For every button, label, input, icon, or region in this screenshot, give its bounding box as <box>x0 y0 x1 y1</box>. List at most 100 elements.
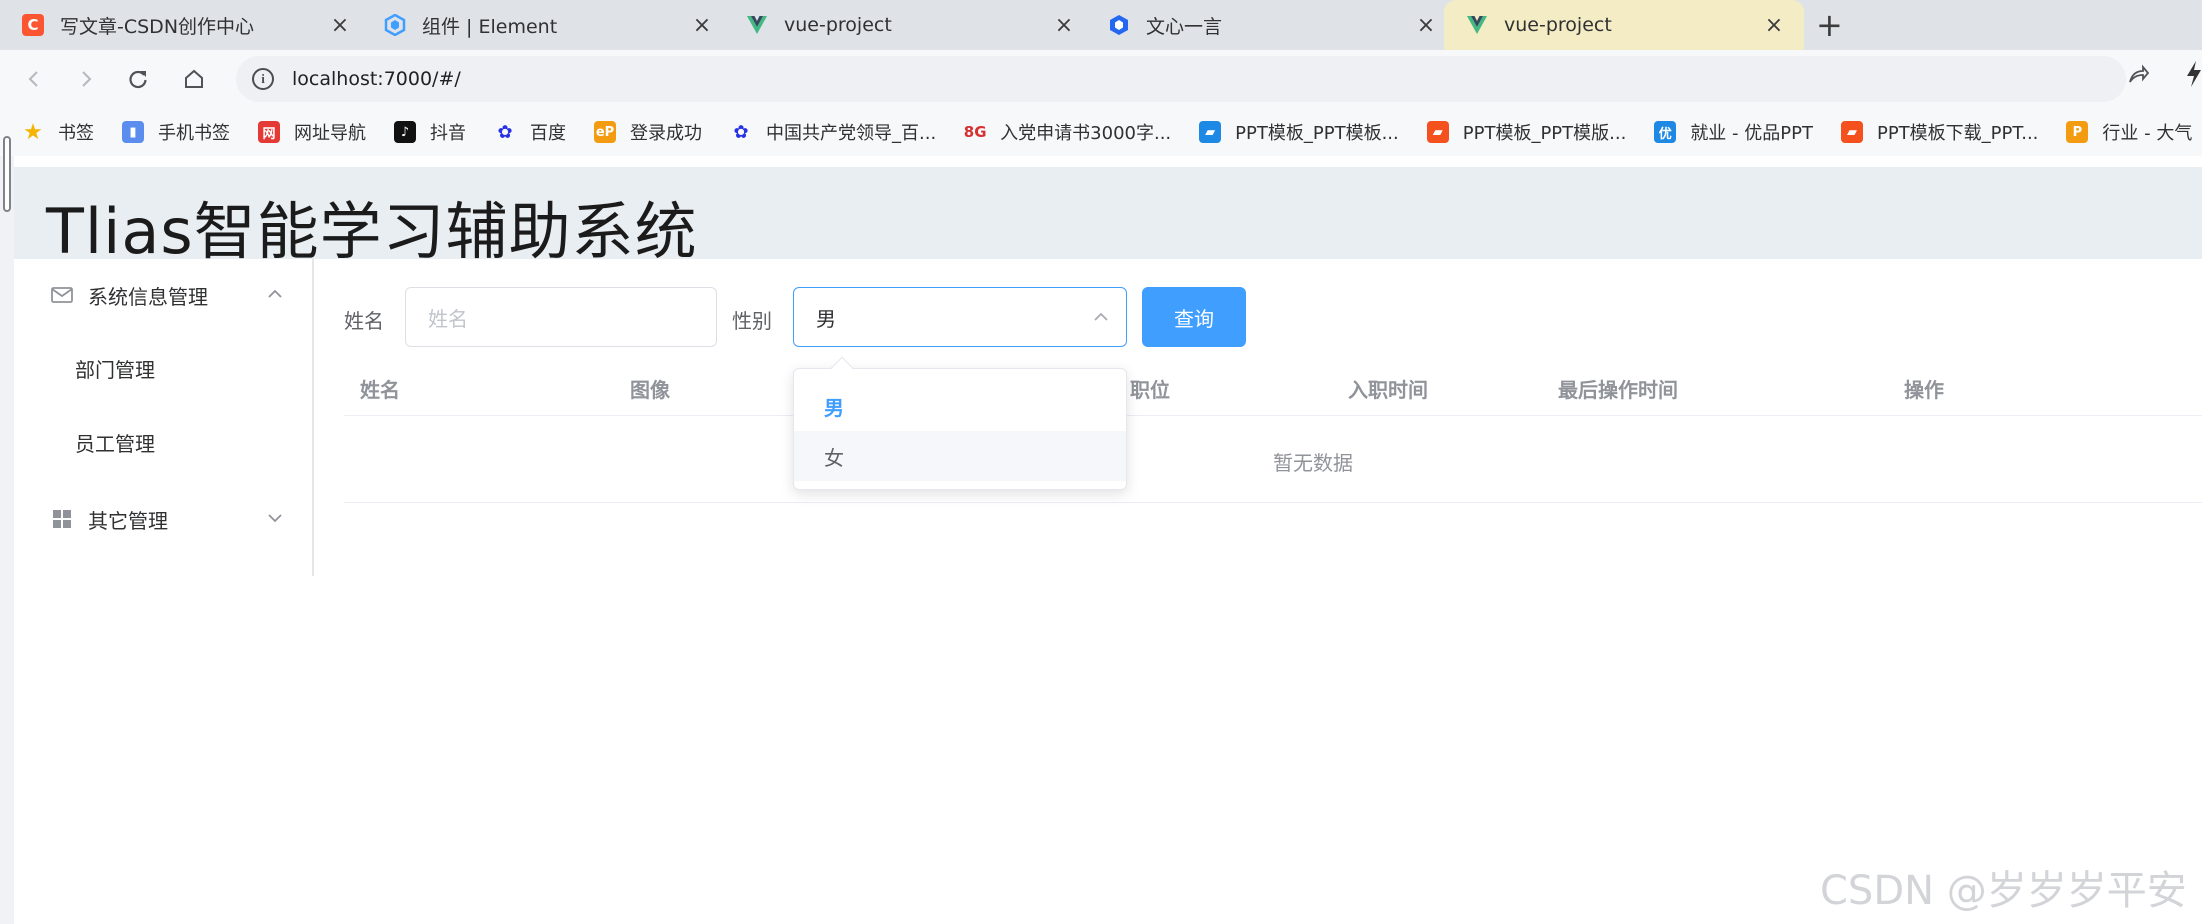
baidu-icon: ✿ <box>497 121 513 143</box>
reload-button[interactable] <box>120 61 156 97</box>
menu-group-label: 其它管理 <box>88 508 168 533</box>
page-left-edge <box>0 156 14 924</box>
bookmark-item[interactable]: 优就业 - 优品PPT <box>1654 119 1813 145</box>
gender-select-value: 男 <box>816 306 836 331</box>
browser-tab-active[interactable]: vue-project × <box>1444 0 1804 50</box>
menu-item-label: 部门管理 <box>75 357 155 382</box>
arrow-right-icon <box>82 71 92 87</box>
mail-icon <box>51 287 73 303</box>
bookmark-item[interactable]: ✿ 百度 <box>494 119 566 145</box>
bookmark-label: PPT模板下载_PPT... <box>1876 123 2039 144</box>
gender-dropdown: 男 女 <box>793 356 1127 490</box>
main-content: 姓名 姓名 性别 男 查询 姓名 图像 职位 入职时间 最后操作时间 操作 暂无… <box>316 259 2202 924</box>
bookmark-item[interactable]: 网网址导航 <box>258 119 366 145</box>
address-bar[interactable]: i localhost:7000/#/ <box>236 56 2126 102</box>
menu-group-system-info[interactable]: 系统信息管理 <box>14 259 312 331</box>
lightning-icon[interactable] <box>2184 60 2202 95</box>
bookmark-label: 入党申请书3000字... <box>1000 123 1172 144</box>
query-button[interactable]: 查询 <box>1142 287 1246 347</box>
share-icon[interactable] <box>2126 62 2150 92</box>
name-placeholder: 姓名 <box>428 306 468 331</box>
tab-title: 组件 | Element <box>422 15 558 38</box>
close-icon[interactable]: × <box>1052 13 1076 38</box>
sidebar: 系统信息管理 部门管理 员工管理 其它管理 <box>14 259 314 576</box>
column-header: 图像 <box>630 378 670 402</box>
forward-button[interactable] <box>68 61 104 97</box>
bookmark-item[interactable]: eP 登录成功 <box>594 119 702 145</box>
phone-icon: ▮ <box>122 121 144 143</box>
gender-label: 性别 <box>732 309 772 333</box>
bookmark-label: 抖音 <box>430 123 466 144</box>
gender-option-female[interactable]: 女 <box>794 431 1126 481</box>
watermark: CSDN @岁岁岁平安 <box>1820 868 2187 914</box>
new-tab-button[interactable]: + <box>1816 6 1843 44</box>
column-header: 入职时间 <box>1348 378 1428 402</box>
chevron-down-icon <box>268 514 282 523</box>
bookmark-label: PPT模板_PPT模板... <box>1235 123 1399 144</box>
browser-tab[interactable]: 文心一言 × <box>1086 0 1456 50</box>
home-icon <box>185 69 203 88</box>
douyin-icon: ♪ <box>394 121 416 143</box>
app-title: Tlias智能学习辅助系统 <box>46 195 698 268</box>
ep-icon: eP <box>594 121 616 143</box>
info-icon[interactable]: i <box>252 68 274 90</box>
bookmark-item[interactable]: ✿ 中国共产党领导_百... <box>730 119 936 145</box>
bookmark-label: 就业 - 优品PPT <box>1690 123 1813 144</box>
baidu-icon: ✿ <box>733 121 749 143</box>
chevron-up-icon <box>1094 312 1108 321</box>
reload-icon <box>129 70 147 89</box>
csdn-icon: C <box>22 14 44 36</box>
arrow-left-icon <box>28 71 38 87</box>
home-button[interactable] <box>176 61 212 97</box>
browser-tab[interactable]: 组件 | Element × <box>362 0 732 50</box>
gender-select[interactable]: 男 <box>793 287 1127 347</box>
column-header: 操作 <box>1904 378 1944 402</box>
wenxin-icon <box>1108 14 1130 36</box>
bookmark-item[interactable]: 8G 入党申请书3000字... <box>964 119 1171 145</box>
table-body-empty: 暂无数据 <box>344 417 2202 503</box>
tab-title: 写文章-CSDN创作中心 <box>60 15 255 38</box>
youpin-icon: 优 <box>1654 121 1677 143</box>
vue-icon <box>1466 14 1488 36</box>
menu-item-label: 员工管理 <box>75 431 155 456</box>
bookmark-item[interactable]: ▰ PPT模板_PPT模版... <box>1426 119 1627 145</box>
name-input[interactable]: 姓名 <box>405 287 717 347</box>
bookmark-item[interactable]: ▰ PPT模板_PPT模板... <box>1199 119 1399 145</box>
menu-group-other[interactable]: 其它管理 <box>14 483 312 555</box>
bookmark-item[interactable]: ▰ PPT模板下载_PPT... <box>1840 119 2039 145</box>
tab-title: 文心一言 <box>1146 15 1223 38</box>
gender-option-male[interactable]: 男 <box>794 381 1126 431</box>
bookmark-label: 中国共产党领导_百... <box>766 123 937 144</box>
web-page: Tlias智能学习辅助系统 系统信息管理 部门管理 员工管理 其它管理 姓名 姓… <box>0 136 2202 924</box>
bookmark-label: 百度 <box>530 123 566 144</box>
close-icon[interactable]: × <box>1762 13 1786 38</box>
bookmark-item[interactable]: ★ 书签 <box>22 119 94 145</box>
close-icon[interactable]: × <box>328 13 352 38</box>
p-icon: P <box>2066 121 2089 143</box>
browser-toolbar: i localhost:7000/#/ <box>0 50 2202 108</box>
bookmark-label: 行业 - 大气 <box>2102 123 2193 144</box>
sidebar-item-department[interactable]: 部门管理 <box>14 331 312 405</box>
star-icon: ★ <box>23 119 43 145</box>
bookmark-item[interactable]: ▮ 手机书签 <box>122 119 230 145</box>
empty-text: 暂无数据 <box>1273 451 1353 475</box>
bookmark-item[interactable]: ♪ 抖音 <box>394 119 466 145</box>
bookmark-item[interactable]: P 行业 - 大气 <box>2066 119 2192 145</box>
close-icon[interactable]: × <box>690 13 714 38</box>
grid-icon <box>53 510 71 528</box>
column-header: 姓名 <box>360 378 400 402</box>
scrollbar-thumb[interactable] <box>3 136 11 212</box>
ppt-icon: ▰ <box>1426 121 1449 143</box>
app-header: Tlias智能学习辅助系统 <box>14 167 2202 268</box>
tab-title: vue-project <box>784 14 892 36</box>
bookmark-label: PPT模板_PPT模版... <box>1462 123 1627 144</box>
close-icon[interactable]: × <box>1414 13 1438 38</box>
name-label: 姓名 <box>344 309 384 333</box>
bookmarks-bar: ★ 书签 ▮ 手机书签 网网址导航 ♪ 抖音 ✿ 百度 eP 登录成功 ✿ 中国共产党领导_百... 8G… <box>0 108 2202 156</box>
browser-tab[interactable]: C 写文章-CSDN创作中心 × <box>0 0 370 50</box>
8g-icon: 8G <box>963 123 987 141</box>
tab-title: vue-project <box>1504 14 1612 36</box>
browser-tab[interactable]: vue-project × <box>724 0 1094 50</box>
back-button[interactable] <box>16 61 52 97</box>
element-icon <box>384 13 406 37</box>
